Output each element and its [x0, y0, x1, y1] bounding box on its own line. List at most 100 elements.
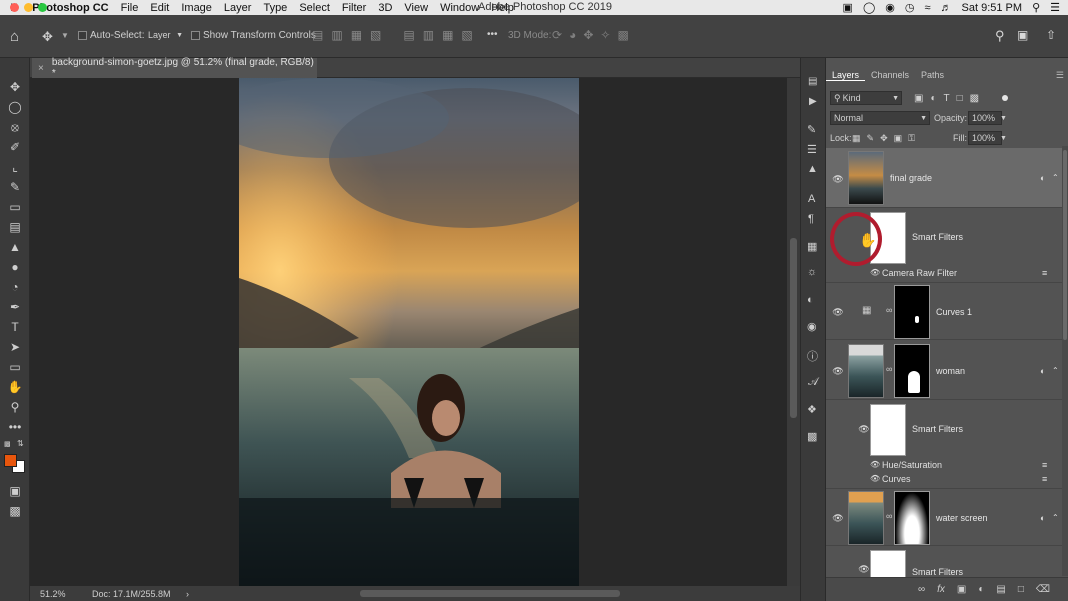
close-window-button[interactable]: [10, 3, 19, 12]
eye-icon[interactable]: 👁: [870, 474, 880, 483]
menu-type[interactable]: Type: [257, 2, 293, 14]
move-tool-icon[interactable]: ✥: [5, 78, 25, 96]
volume-icon[interactable]: ♬: [941, 2, 952, 14]
filter-toggle-icon[interactable]: [1002, 95, 1008, 101]
info-panel-icon[interactable]: ⓘ: [807, 348, 818, 364]
align-left-icon[interactable]: ▤: [312, 28, 323, 42]
move-tool-icon[interactable]: ✥: [42, 29, 53, 45]
layer-row-camera-raw-filter[interactable]: 👁 Camera Raw Filter ≡: [826, 266, 1062, 280]
auto-select-target-dropdown[interactable]: Layer ▼: [145, 28, 185, 42]
glyphs-panel-icon[interactable]: ▦: [807, 240, 817, 253]
new-layer-icon[interactable]: □: [1018, 584, 1024, 595]
scroll-thumb[interactable]: [790, 238, 797, 418]
show-transform-checkbox[interactable]: [191, 31, 200, 40]
scroll-thumb[interactable]: [1063, 150, 1067, 340]
clone-source-icon[interactable]: ▲: [807, 163, 818, 175]
status-menu-arrow[interactable]: ›: [186, 589, 189, 599]
creative-cloud-icon[interactable]: ◯: [863, 1, 875, 14]
collapse-icon[interactable]: ⌃: [1052, 513, 1059, 522]
orbit-3d-icon[interactable]: ⟳: [552, 28, 562, 42]
crop-tool-icon[interactable]: ⌞: [5, 158, 25, 176]
filter-options-icon[interactable]: ≡: [1042, 474, 1047, 484]
eye-icon[interactable]: 👁: [858, 564, 870, 575]
filter-smart-object-icon[interactable]: ▩: [970, 93, 979, 104]
default-colors-icon[interactable]: ▩: [4, 440, 11, 448]
layer-row-water-screen[interactable]: 👁 ∞ water screen ◐ ⌃: [826, 488, 1062, 546]
zoom-window-button[interactable]: [38, 3, 47, 12]
time-machine-icon[interactable]: ◷: [905, 1, 915, 14]
link-icon[interactable]: ∞: [886, 364, 892, 374]
healing-brush-tool-icon[interactable]: ▭: [5, 198, 25, 216]
lock-all-icon[interactable]: ⚿: [908, 133, 915, 144]
blur-tool-icon[interactable]: ●: [5, 258, 25, 276]
tab-channels[interactable]: Channels: [865, 70, 915, 80]
link-icon[interactable]: ∞: [886, 511, 892, 521]
screen-mode-icon[interactable]: ▩: [5, 502, 25, 520]
layer-row-curves-1[interactable]: 👁 ▦ ∞ Curves 1: [826, 282, 1062, 340]
share-icon[interactable]: ⇧: [1046, 28, 1056, 42]
contacts-icon[interactable]: ◉: [885, 1, 895, 14]
history-panel-icon[interactable]: ▤: [808, 76, 817, 87]
eye-icon[interactable]: 👁: [870, 268, 880, 277]
filter-options-icon[interactable]: ≡: [1042, 460, 1047, 470]
menu-filter[interactable]: Filter: [336, 2, 372, 14]
add-mask-icon[interactable]: ▣: [957, 584, 966, 595]
adjustment-layer-icon[interactable]: ◐: [978, 584, 984, 595]
layer-row-curves[interactable]: 👁 Curves ≡: [826, 472, 1062, 486]
minimize-window-button[interactable]: [24, 3, 33, 12]
roll-3d-icon[interactable]: ◕: [569, 28, 576, 42]
document-tab[interactable]: × background-simon-goetz.jpg @ 51.2% (fi…: [32, 57, 317, 79]
brush-settings-icon[interactable]: ☰: [807, 143, 817, 156]
lock-pixels-icon[interactable]: ✎: [867, 133, 875, 144]
workspace-icon[interactable]: ▣: [1017, 28, 1028, 42]
eye-icon[interactable]: 👁: [870, 460, 880, 469]
panel-menu-icon[interactable]: ☰: [1056, 70, 1064, 81]
layer-style-icon[interactable]: fx: [937, 584, 945, 595]
layer-row-final-grade[interactable]: 👁 final grade ◐ ⌃: [826, 148, 1062, 208]
path-selection-tool-icon[interactable]: ➤: [5, 338, 25, 356]
scale-3d-icon[interactable]: ▩: [617, 28, 628, 42]
pan-3d-icon[interactable]: ✥: [583, 28, 593, 42]
pen-tool-icon[interactable]: ✒: [5, 298, 25, 316]
filter-type-icon[interactable]: T: [944, 93, 950, 104]
swap-colors-icon[interactable]: ⇅: [17, 439, 24, 448]
paths-panel-icon[interactable]: 𝒜: [808, 376, 818, 389]
blend-mode-dropdown[interactable]: Normal ▼: [830, 111, 930, 125]
dodge-tool-icon[interactable]: ◔: [5, 278, 25, 296]
hand-tool-icon[interactable]: ✋: [5, 378, 25, 396]
canvas-horizontal-scrollbar[interactable]: [360, 590, 620, 597]
collapse-icon[interactable]: ⌃: [1052, 366, 1059, 375]
eye-icon[interactable]: 👁: [832, 366, 844, 377]
align-middle-icon[interactable]: ▥: [423, 28, 434, 42]
eye-icon[interactable]: 👁: [832, 307, 844, 318]
layer-row-smart-filters[interactable]: 👁 Smart Filters: [826, 548, 1062, 577]
align-vertical-distribute-icon[interactable]: ▧: [461, 28, 472, 42]
lock-transparency-icon[interactable]: ▦: [852, 133, 861, 144]
trash-icon[interactable]: ⌫: [1036, 584, 1050, 595]
eye-icon[interactable]: 👁: [858, 424, 870, 435]
zoom-tool-icon[interactable]: ⚲: [5, 398, 25, 416]
link-icon[interactable]: ∞: [886, 305, 892, 315]
link-layers-icon[interactable]: ∞: [918, 584, 925, 595]
clock[interactable]: Sat 9:51 PM: [962, 2, 1023, 14]
eyedropper-tool-icon[interactable]: ✎: [5, 178, 25, 196]
edit-toolbar-button[interactable]: •••: [5, 418, 25, 436]
menu-select[interactable]: Select: [293, 2, 336, 14]
layer-row-woman[interactable]: 👁 ∞ woman ◐ ⌃: [826, 342, 1062, 400]
quick-selection-tool-icon[interactable]: ✐: [5, 138, 25, 156]
menu-file[interactable]: File: [115, 2, 145, 14]
collapse-icon[interactable]: ⌃: [1052, 173, 1059, 182]
more-options-button[interactable]: •••: [487, 29, 498, 40]
align-right-icon[interactable]: ▦: [351, 28, 362, 42]
filter-kind-dropdown[interactable]: ⚲ Kind ▼: [830, 91, 902, 105]
canvas-area[interactable]: [30, 78, 787, 586]
character-panel-icon[interactable]: A: [808, 193, 815, 205]
libraries-panel-icon[interactable]: ◉: [807, 320, 817, 333]
eye-icon[interactable]: 👁: [832, 174, 844, 185]
align-bottom-icon[interactable]: ▦: [442, 28, 453, 42]
filter-options-icon[interactable]: ≡: [1042, 268, 1047, 278]
paragraph-panel-icon[interactable]: ¶: [808, 213, 814, 225]
spotlight-icon[interactable]: ⚲: [1032, 1, 1040, 14]
menu-view[interactable]: View: [398, 2, 434, 14]
rectangle-tool-icon[interactable]: ▭: [5, 358, 25, 376]
